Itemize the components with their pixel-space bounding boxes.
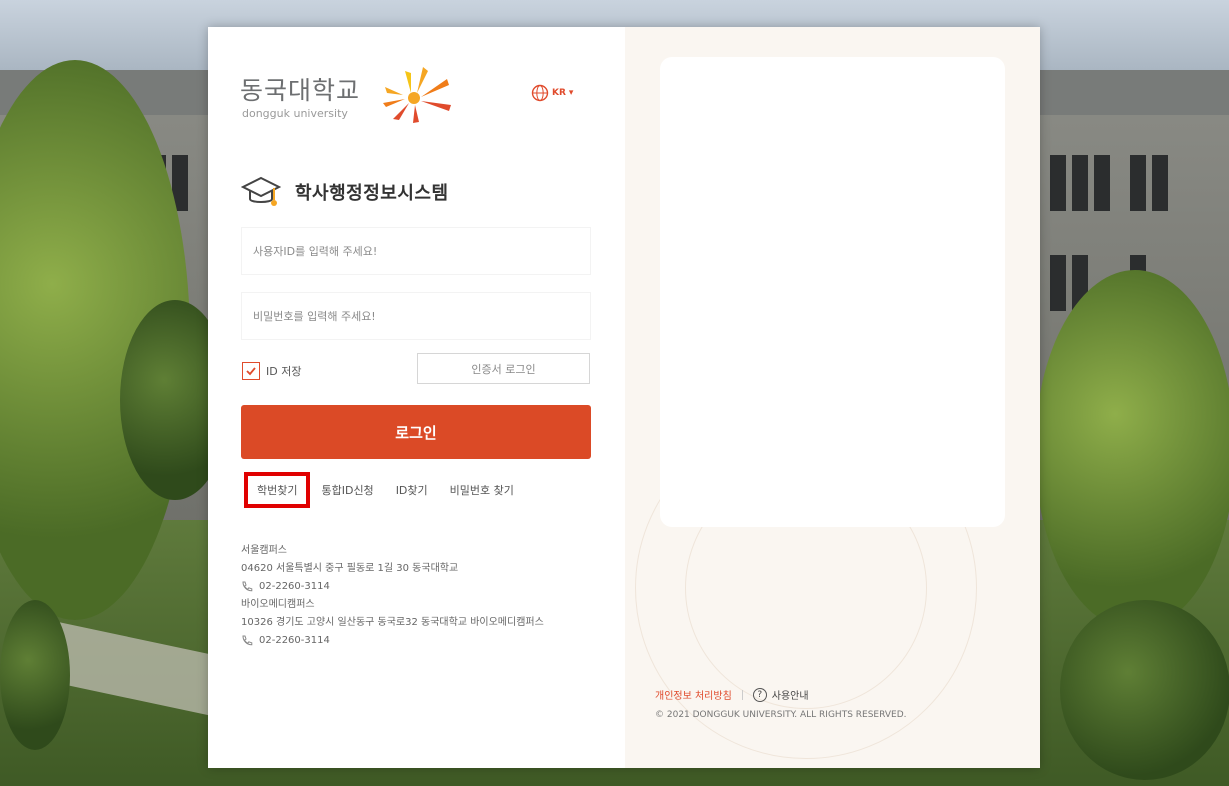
logo-sun-icon bbox=[383, 67, 451, 123]
logo-subtitle: dongguk university bbox=[242, 107, 348, 120]
checkmark-icon bbox=[246, 367, 256, 376]
remember-id-label: ID 저장 bbox=[266, 365, 302, 378]
find-id-link[interactable]: ID찾기 bbox=[385, 472, 439, 508]
university-logo[interactable]: 동국대학교 dongguk university bbox=[240, 65, 460, 125]
login-card: 동국대학교 dongguk university KR ▾ 학사행정정보시스템 … bbox=[208, 27, 1040, 768]
system-title-text: 학사행정정보시스템 bbox=[295, 183, 449, 204]
language-label: KR bbox=[552, 88, 566, 98]
password-input[interactable]: 비밀번호를 입력해 주세요! bbox=[241, 292, 591, 340]
campus-info: 서울캠퍼스 04620 서울특별시 중구 필동로 1길 30 동국대학교 02-… bbox=[241, 542, 611, 650]
certificate-login-button[interactable]: 인증서 로그인 bbox=[417, 353, 590, 384]
notice-box bbox=[660, 57, 1005, 527]
remember-id-checkbox[interactable] bbox=[242, 362, 260, 380]
usage-guide-label: 사용안내 bbox=[771, 691, 809, 702]
question-icon: ? bbox=[752, 687, 767, 702]
seoul-campus-phone: 02-2260-3114 bbox=[241, 578, 611, 596]
seoul-campus-name: 서울캠퍼스 bbox=[241, 545, 287, 556]
phone-icon bbox=[242, 581, 253, 592]
user-id-placeholder: 사용자ID를 입력해 주세요! bbox=[253, 245, 378, 258]
copyright: © 2021 DONGGUK UNIVERSITY. ALL RIGHTS RE… bbox=[655, 710, 907, 720]
seoul-phone-number: 02-2260-3114 bbox=[259, 581, 330, 592]
bio-campus-phone: 02-2260-3114 bbox=[241, 632, 611, 650]
notice-panel: 개인정보 처리방침 ? 사용안내 © 2021 DONGGUK UNIVERSI… bbox=[625, 27, 1040, 768]
logo-name: 동국대학교 bbox=[240, 76, 361, 105]
phone-icon bbox=[242, 635, 253, 646]
graduation-cap-icon bbox=[241, 176, 281, 206]
usage-guide-link[interactable]: ? 사용안내 bbox=[752, 687, 809, 702]
login-button[interactable]: 로그인 bbox=[241, 405, 591, 459]
find-password-link[interactable]: 비밀번호 찾기 bbox=[439, 472, 525, 508]
system-title: 학사행정정보시스템 bbox=[241, 172, 449, 212]
password-placeholder: 비밀번호를 입력해 주세요! bbox=[253, 310, 376, 323]
account-links: 학번찾기 통합ID신청 ID찾기 비밀번호 찾기 bbox=[244, 472, 525, 508]
find-student-id-link[interactable]: 학번찾기 bbox=[244, 472, 311, 508]
bio-phone-number: 02-2260-3114 bbox=[259, 635, 330, 646]
bio-campus-name: 바이오메디캠퍼스 bbox=[241, 599, 315, 610]
chevron-down-icon: ▾ bbox=[568, 88, 574, 98]
footer: 개인정보 처리방침 ? 사용안내 © 2021 DONGGUK UNIVERSI… bbox=[655, 687, 907, 720]
seoul-campus-address: 04620 서울특별시 중구 필동로 1길 30 동국대학교 bbox=[241, 563, 459, 574]
login-panel: 동국대학교 dongguk university KR ▾ 학사행정정보시스템 … bbox=[208, 27, 625, 768]
user-id-input[interactable]: 사용자ID를 입력해 주세요! bbox=[241, 227, 591, 275]
remember-id[interactable]: ID 저장 bbox=[242, 362, 301, 380]
globe-icon bbox=[531, 84, 549, 102]
language-selector[interactable]: KR ▾ bbox=[531, 84, 573, 102]
privacy-policy-link[interactable]: 개인정보 처리방침 bbox=[655, 687, 732, 702]
integrated-id-signup-link[interactable]: 통합ID신청 bbox=[310, 472, 384, 508]
bio-campus-address: 10326 경기도 고양시 일산동구 동국로32 동국대학교 바이오메디캠퍼스 bbox=[241, 617, 544, 628]
